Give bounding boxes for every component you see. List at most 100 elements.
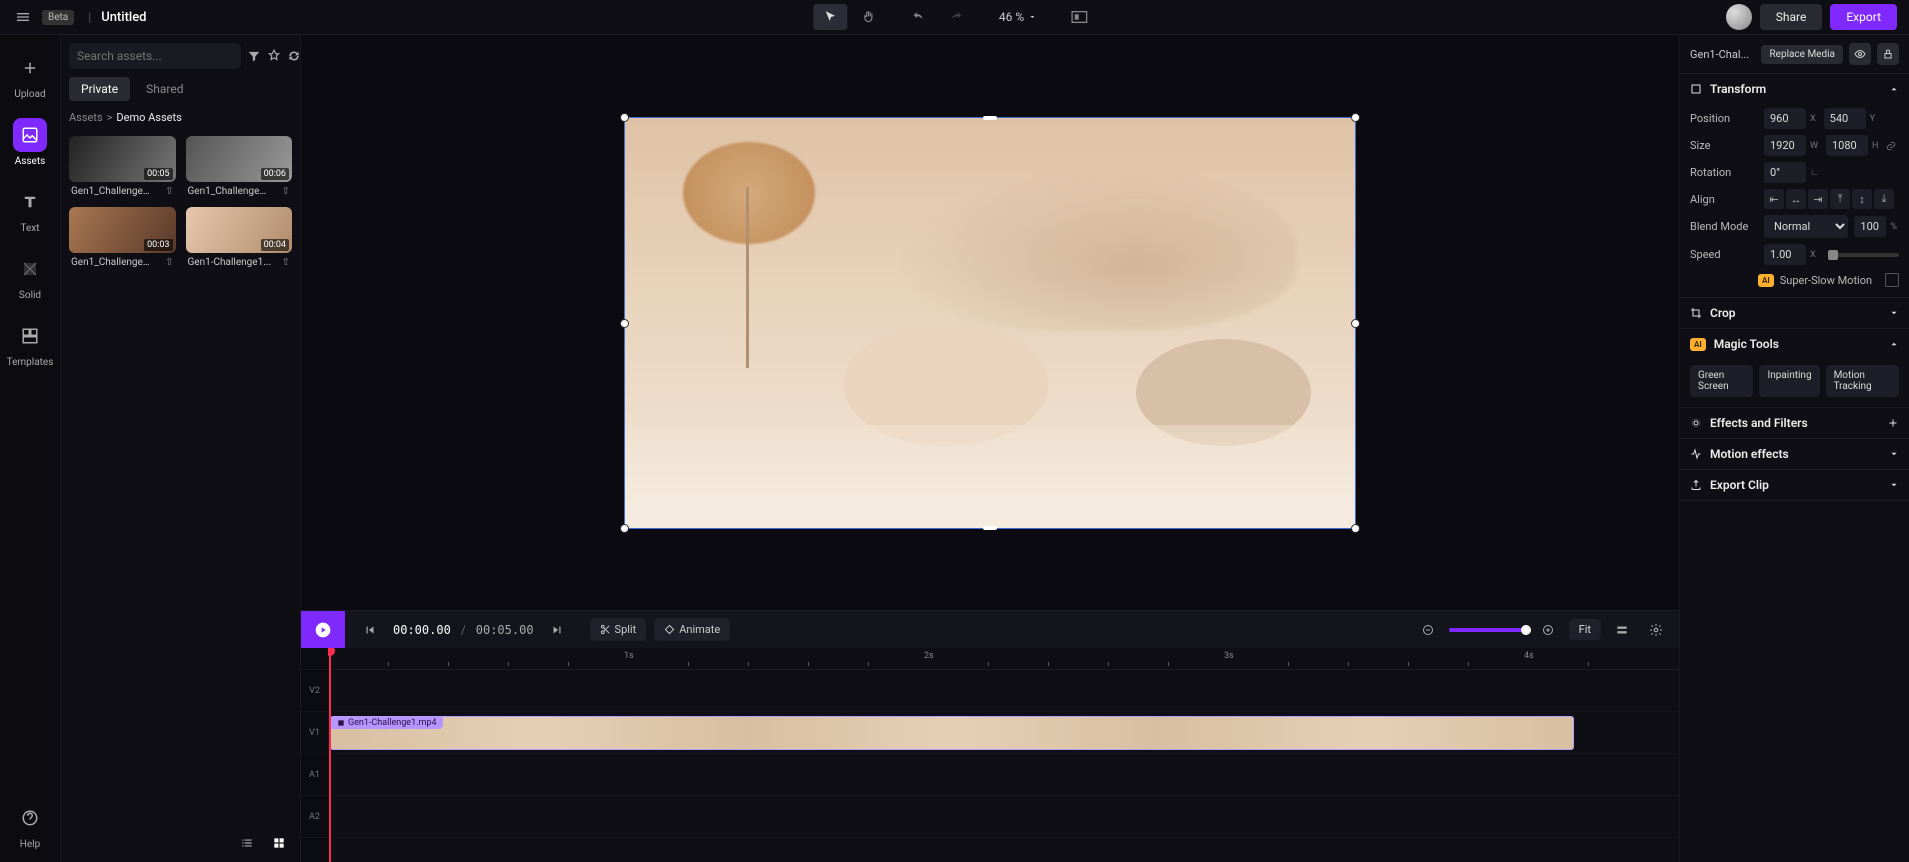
magic-tools-header[interactable]: AI Magic Tools <box>1680 329 1909 359</box>
asset-card[interactable]: 00:05 Gen1_Challenge4...⇧ <box>69 136 176 197</box>
plus-icon[interactable] <box>1887 417 1899 429</box>
speed-input[interactable] <box>1764 244 1806 265</box>
size-w-input[interactable] <box>1764 135 1806 156</box>
opacity-input[interactable] <box>1854 216 1886 237</box>
time-ruler[interactable]: 1s 2s 3s 4s <box>328 648 1679 670</box>
undo-button[interactable] <box>901 4 935 30</box>
rail-solid[interactable]: Solid <box>9 246 51 307</box>
redo-button[interactable] <box>939 4 973 30</box>
align-left-button[interactable]: ⇤ <box>1764 189 1784 209</box>
rail-templates[interactable]: Templates <box>9 313 51 374</box>
ssm-checkbox[interactable] <box>1885 273 1899 287</box>
resize-handle-tl[interactable] <box>620 113 629 122</box>
resize-handle-bl[interactable] <box>620 524 629 533</box>
sync-button[interactable] <box>287 43 301 69</box>
align-center-v-button[interactable]: ↕ <box>1852 189 1872 209</box>
track-a2[interactable] <box>328 796 1679 838</box>
user-avatar[interactable] <box>1726 4 1752 30</box>
rail-help-label: Help <box>20 839 40 850</box>
motion-tracking-button[interactable]: Motion Tracking <box>1826 365 1899 397</box>
tab-private[interactable]: Private <box>69 77 130 101</box>
viewport[interactable] <box>301 35 1679 610</box>
resize-handle-ml[interactable] <box>620 319 629 328</box>
share-button[interactable]: Share <box>1760 4 1823 30</box>
position-x-input[interactable] <box>1764 108 1806 129</box>
rail-help[interactable]: Help <box>9 795 51 856</box>
timeline-options-button[interactable] <box>1609 617 1635 643</box>
next-frame-button[interactable] <box>544 617 570 643</box>
resize-handle-tm[interactable] <box>983 116 997 120</box>
tracks-area[interactable]: 1s 2s 3s 4s Gen1-Challenge1.mp4 <box>328 648 1679 862</box>
filter-button[interactable] <box>247 43 261 69</box>
playhead[interactable] <box>329 648 331 862</box>
rotation-input[interactable] <box>1764 162 1806 183</box>
grid-view-button[interactable] <box>266 830 292 856</box>
list-view-button[interactable] <box>234 830 260 856</box>
asset-card[interactable]: 00:03 Gen1_Challenge2...⇧ <box>69 207 176 268</box>
timeline-zoom-slider[interactable] <box>1449 628 1527 632</box>
expand-icon <box>1889 480 1899 490</box>
rail-text[interactable]: Text <box>9 179 51 240</box>
track-v2[interactable] <box>328 670 1679 712</box>
visibility-button[interactable] <box>1849 43 1871 65</box>
resize-handle-br[interactable] <box>1351 524 1360 533</box>
rail-upload[interactable]: Upload <box>9 45 51 106</box>
asset-pin-icon[interactable]: ⇧ <box>282 186 290 197</box>
fit-button[interactable]: Fit <box>1569 619 1601 640</box>
align-right-button[interactable]: ⇥ <box>1808 189 1828 209</box>
breadcrumb-root[interactable]: Assets <box>69 111 103 124</box>
tab-shared[interactable]: Shared <box>134 77 195 101</box>
replace-media-button[interactable]: Replace Media <box>1761 45 1843 64</box>
asset-pin-icon[interactable]: ⇧ <box>165 186 173 197</box>
size-h-input[interactable] <box>1826 135 1868 156</box>
timeline-settings-button[interactable] <box>1643 617 1669 643</box>
track-label-a1[interactable]: A1 <box>301 754 328 796</box>
timeline-clip[interactable]: Gen1-Challenge1.mp4 <box>330 716 1574 750</box>
export-button[interactable]: Export <box>1830 4 1897 30</box>
zoom-display[interactable]: 46 % <box>989 10 1046 24</box>
crop-header[interactable]: Crop <box>1680 298 1909 328</box>
track-label-v2[interactable]: V2 <box>301 670 328 712</box>
rail-assets[interactable]: Assets <box>9 112 51 173</box>
resize-handle-bm[interactable] <box>983 526 997 530</box>
split-button[interactable]: Split <box>590 618 647 641</box>
project-title[interactable]: Untitled <box>101 10 146 25</box>
zoom-in-button[interactable] <box>1535 617 1561 643</box>
align-center-h-button[interactable]: ↔ <box>1786 189 1806 209</box>
effects-header[interactable]: Effects and Filters <box>1680 408 1909 438</box>
hand-tool[interactable] <box>851 4 885 30</box>
menu-button[interactable] <box>12 6 34 28</box>
green-screen-button[interactable]: Green Screen <box>1690 365 1753 397</box>
search-input[interactable] <box>69 43 241 69</box>
position-y-input[interactable] <box>1824 108 1866 129</box>
zoom-out-button[interactable] <box>1415 617 1441 643</box>
inpainting-button[interactable]: Inpainting <box>1759 365 1819 397</box>
animate-button[interactable]: Animate <box>654 618 730 641</box>
prev-frame-button[interactable] <box>357 617 383 643</box>
video-frame[interactable] <box>624 117 1356 529</box>
play-button[interactable] <box>301 611 345 649</box>
track-label-a2[interactable]: A2 <box>301 796 328 838</box>
blendmode-select[interactable]: Normal <box>1764 215 1848 238</box>
select-tool[interactable] <box>813 4 847 30</box>
exportclip-header[interactable]: Export Clip <box>1680 470 1909 500</box>
resize-handle-mr[interactable] <box>1351 319 1360 328</box>
track-a1[interactable] <box>328 754 1679 796</box>
asset-card[interactable]: 00:06 Gen1_Challenge3...⇧ <box>186 136 293 197</box>
pin-button[interactable] <box>267 43 281 69</box>
align-top-button[interactable]: ⤒ <box>1830 189 1850 209</box>
motionfx-header[interactable]: Motion effects <box>1680 439 1909 469</box>
track-v1[interactable]: Gen1-Challenge1.mp4 <box>328 712 1679 754</box>
resize-handle-tr[interactable] <box>1351 113 1360 122</box>
asset-pin-icon[interactable]: ⇧ <box>282 257 290 268</box>
asset-duration: 00:03 <box>144 239 172 251</box>
transform-header[interactable]: Transform <box>1680 74 1909 104</box>
asset-pin-icon[interactable]: ⇧ <box>165 257 173 268</box>
align-bottom-button[interactable]: ⤓ <box>1874 189 1894 209</box>
track-label-v1[interactable]: V1 <box>301 712 328 754</box>
speed-slider[interactable] <box>1828 253 1899 257</box>
aspect-ratio-button[interactable] <box>1062 4 1096 30</box>
lock-button[interactable] <box>1877 43 1899 65</box>
link-icon[interactable] <box>1886 141 1896 151</box>
asset-card[interactable]: 00:04 Gen1-Challenge1...⇧ <box>186 207 293 268</box>
